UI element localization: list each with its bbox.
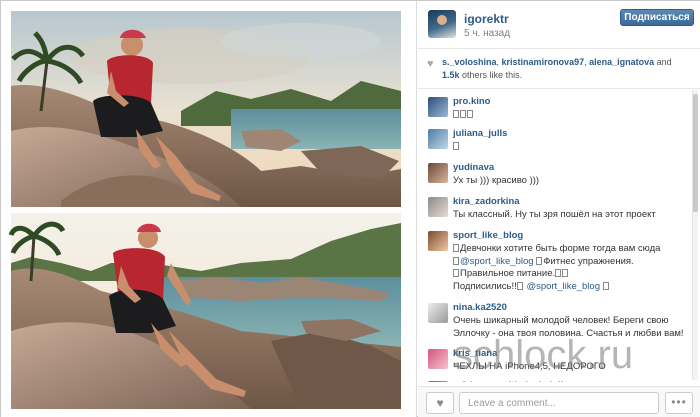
commenter-avatar[interactable] [428,303,448,323]
like-button[interactable]: ♥ [426,392,454,414]
comment-item: juliana_julls [418,124,694,156]
commenter-avatar[interactable] [428,381,448,382]
comment-item: yudinava Ух ты ))) красиво ))) [418,158,694,192]
emoji-glyph [536,256,543,265]
post-sidebar: igorektr 5 ч. назад Подписаться ♥ s._vol… [418,1,700,417]
comment-username[interactable]: juliana_julls [453,128,507,139]
comment-item: nina.ka2520 Очень шикарный молодой челов… [418,298,694,344]
liker-link[interactable]: alena_ignatova [589,57,654,67]
commenter-avatar[interactable] [428,97,448,117]
comment-text [453,141,693,154]
comment-footer: ♥ ••• [418,386,700,417]
comment-item: sport_like_blog Девчонки хотите быть фор… [418,226,694,298]
emoji-glyph [453,244,459,252]
comment-item: kira_zadorkina Ты классный. Ну ты зря по… [418,192,694,226]
comment-text: Ух ты ))) красиво ))) [453,175,540,186]
photo-bottom [8,213,401,409]
post-time: 5 ч. назад [464,28,511,39]
commenter-avatar[interactable] [428,163,448,183]
commenter-avatar[interactable] [428,231,448,251]
heart-icon: ♥ [436,396,444,410]
comment-username[interactable]: kris_tiana [453,348,497,359]
user-avatar[interactable] [428,10,456,38]
comment-text: Девчонки хотите быть форме тогда вам сюд… [453,243,693,293]
comment-text: ЧЕХЛЫ НА iPhone4,5, НЕДОРОГО [453,361,606,372]
comment-line: Девчонки хотите быть форме тогда вам сюд… [460,243,661,254]
comment-line: Фитнес упражнения. [543,255,634,267]
commenter-avatar[interactable] [428,349,448,369]
mention-link[interactable]: @sport_like_blog [460,256,534,267]
photo-top [11,11,401,207]
comment-text: Ты классный. Ну ты зря пошёл на этот про… [453,209,656,220]
comments-list: pro.kino juliana_julls yudinava Ух ты ))… [418,90,700,382]
comment-username[interactable]: yudinava [453,162,494,173]
commenter-avatar[interactable] [428,129,448,149]
emoji-glyph [453,142,459,150]
emoji-glyph [562,269,569,277]
comment-item: m2dm_sovoltimia_jadolive [418,376,694,382]
comment-item: kris_tiana ЧЕХЛЫ НА iPhone4,5, НЕДОРОГО [418,344,694,376]
comment-input[interactable] [459,392,659,414]
likes-count-link[interactable]: 1.5k [442,70,460,80]
comment-username[interactable]: m2dm_sovoltimia_jadolive [453,380,574,382]
emoji-glyph [453,110,459,118]
follow-button[interactable]: Подписаться [620,9,694,26]
comment-item: pro.kino [418,92,694,124]
likers-list: s._voloshina, kristinamironova97, alena_… [442,57,672,80]
emoji-glyph [467,110,473,118]
mention-link[interactable]: @sport_like_blog [526,281,600,292]
instagram-post-window: igorektr 5 ч. назад Подписаться ♥ s._vol… [0,0,700,417]
liker-link[interactable]: kristinamironova97 [502,57,585,67]
commenter-avatar[interactable] [428,197,448,217]
photo-collage [8,11,401,409]
emoji-glyph [602,281,609,290]
comment-line: Правильное питание. [460,268,556,279]
comment-username[interactable]: nina.ka2520 [453,302,507,313]
emoji-glyph [460,110,466,118]
likes-section: ♥ s._voloshina, kristinamironova97, alen… [418,49,700,89]
emoji-glyph [516,281,523,290]
comment-username[interactable]: kira_zadorkina [453,196,520,207]
post-header: igorektr 5 ч. назад Подписаться [418,1,700,49]
scrollbar-thumb[interactable] [693,94,698,212]
more-options-button[interactable]: ••• [665,392,693,414]
comment-username[interactable]: sport_like_blog [453,230,523,241]
emoji-glyph [555,269,562,277]
comment-text: Очень шикарный молодой человек! Береги с… [453,315,684,339]
comment-username[interactable]: pro.kino [453,96,490,107]
likes-others-text: others like this. [462,70,523,80]
emoji-glyph [453,269,459,277]
comment-line: Подписились!! [453,280,517,292]
liker-link[interactable]: s._voloshina [442,57,497,67]
emoji-glyph [453,256,459,265]
heart-icon: ♥ [427,58,434,70]
likes-and-word: and [656,57,672,67]
comments-scrollbar[interactable] [692,90,698,380]
comment-text [453,109,693,122]
post-username[interactable]: igorektr [464,12,509,26]
post-photo[interactable] [1,1,417,417]
